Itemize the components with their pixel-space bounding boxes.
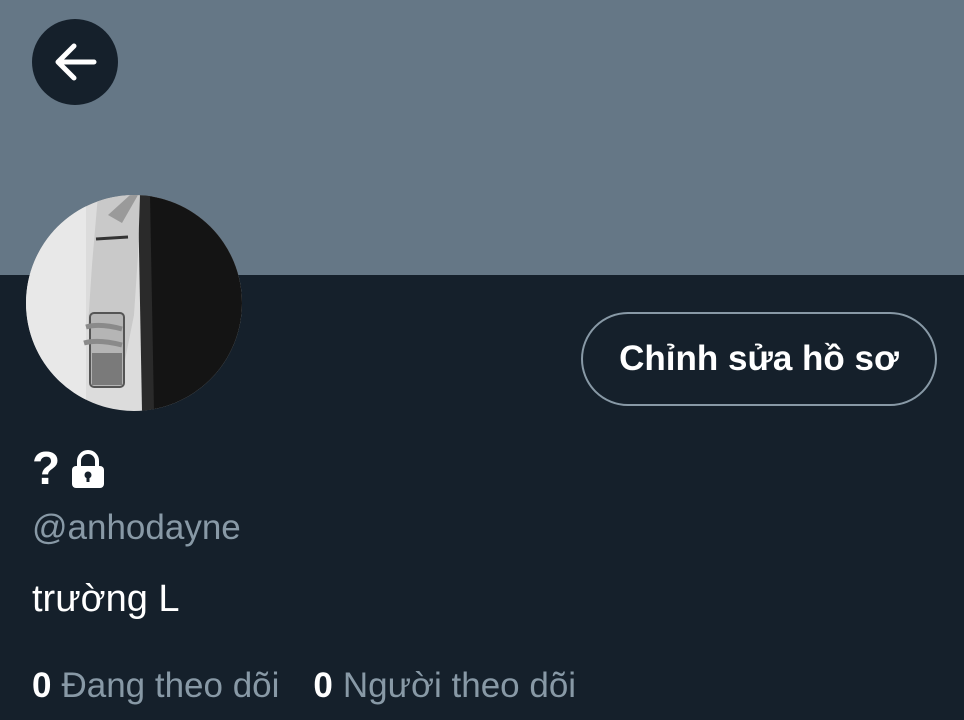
following-count: 0 [32,666,52,705]
followers-link[interactable]: 0 Người theo dõi [313,666,576,706]
profile-bio: trường L [32,578,180,620]
followers-label: Người theo dõi [342,666,577,705]
arrow-left-icon [55,43,97,81]
followers-count: 0 [313,666,333,705]
avatar-photo [26,195,242,411]
following-link[interactable]: 0 Đang theo dõi [32,666,279,706]
display-name: ? [32,442,61,494]
profile-page: Chỉnh sửa hồ sơ ? @anhodayne trường L 0 … [0,0,964,720]
lock-icon [68,449,108,494]
display-name-row: ? [32,442,108,494]
follow-stats: 0 Đang theo dõi 0 Người theo dõi [32,666,576,706]
avatar[interactable] [26,195,242,411]
profile-handle: @anhodayne [32,508,241,547]
following-label: Đang theo dõi [61,666,280,705]
back-button[interactable] [32,19,118,105]
edit-profile-button[interactable]: Chỉnh sửa hồ sơ [581,312,937,406]
